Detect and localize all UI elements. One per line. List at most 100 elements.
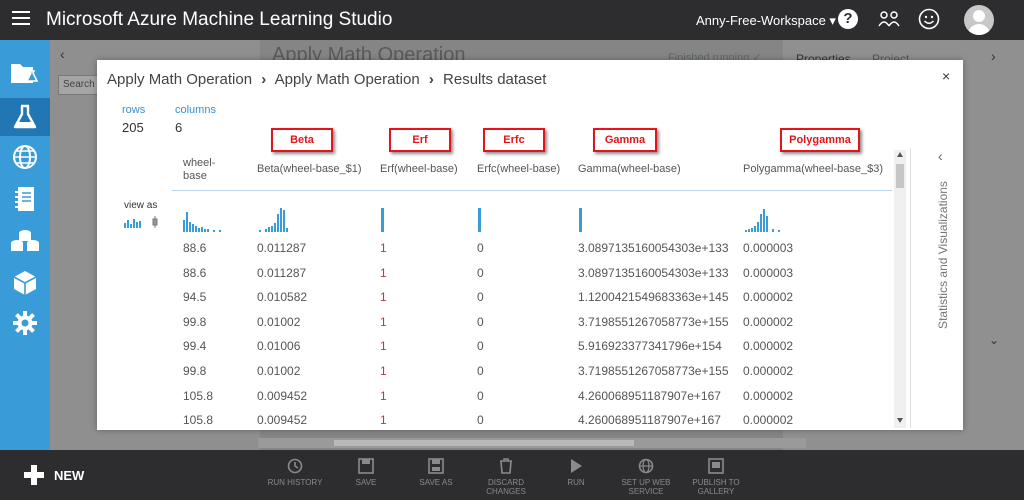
globe-icon [13, 145, 37, 169]
scrollbar-thumb[interactable] [896, 164, 904, 188]
discard-changes-button[interactable]: DISCARD CHANGES [471, 458, 541, 496]
column-histogram[interactable] [477, 206, 483, 232]
user-avatar[interactable] [964, 5, 994, 35]
breadcrumb-separator: › [261, 71, 267, 88]
panel-expand-icon[interactable]: ⌄ [989, 333, 999, 347]
canvas-horizontal-scrollbar[interactable] [258, 438, 806, 448]
table-cell: 1 [380, 265, 387, 280]
table-cell: 4.260068951187907e+167 [578, 388, 721, 403]
breadcrumb-item: Apply Math Operation [274, 71, 420, 88]
table-cell: 88.6 [183, 241, 207, 255]
highlight-label: Polygamma [780, 128, 860, 152]
table-vertical-scrollbar[interactable] [894, 150, 906, 428]
datasets-icon [11, 230, 39, 251]
notebook-icon [15, 187, 34, 211]
save-as-label: SAVE AS [419, 478, 453, 487]
columns-count: 6 [175, 120, 183, 135]
table-cell: 3.7198551267058773e+155 [578, 314, 729, 329]
table-cell: 0.000002 [743, 388, 794, 403]
column-header[interactable]: Beta(wheel-base_$1) [257, 163, 362, 176]
set-up-web-service-button[interactable]: SET UP WEB SERVICE [611, 458, 681, 496]
table-cell: 0.01002 [257, 364, 301, 378]
close-icon[interactable]: × [942, 68, 950, 84]
table-cell: 88.6 [183, 265, 207, 280]
community-icon[interactable] [878, 9, 900, 29]
palette-collapse-icon[interactable]: ‹ [60, 46, 65, 62]
nav-experiments[interactable] [0, 98, 50, 136]
table-cell: 0 [477, 388, 484, 403]
nav-settings[interactable] [0, 304, 50, 342]
nav-trained-models[interactable] [0, 264, 50, 302]
column-histogram[interactable] [578, 206, 584, 232]
column-header[interactable]: Erf(wheel-base) [380, 163, 458, 176]
nav-projects[interactable] [0, 54, 50, 92]
run-button[interactable]: RUN [541, 458, 611, 487]
column-header[interactable]: Gamma(wheel-base) [578, 163, 681, 176]
breadcrumb-item-current: Results dataset [443, 71, 547, 88]
workspace-selector[interactable]: Anny-Free-Workspace ▾ [696, 13, 836, 29]
publish-to-gallery-button[interactable]: PUBLISH TO GALLERY [681, 458, 751, 496]
table-cell: 99.8 [183, 314, 207, 329]
run-history-button[interactable]: RUN HISTORY [260, 458, 330, 487]
table-cell: 0.000002 [743, 290, 794, 305]
table-cell: 1.1200421549683363e+145 [578, 290, 729, 305]
column-header[interactable]: wheel-base [183, 157, 223, 183]
column-header[interactable]: Erfc(wheel-base) [477, 163, 560, 176]
feedback-smile-icon[interactable] [918, 8, 940, 30]
histogram-view-icon [124, 219, 141, 228]
save-button[interactable]: SAVE [331, 458, 401, 487]
new-button[interactable]: NEW [24, 464, 84, 486]
column-histogram[interactable] [183, 206, 223, 232]
table-cell: 4.260068951187907e+167 [578, 413, 721, 428]
columns-label: columns [175, 104, 216, 116]
highlight-label: Gamma [593, 128, 657, 152]
table-cell: 99.8 [183, 364, 207, 378]
table-cell: 0.010582 [257, 290, 308, 305]
nav-notebooks[interactable] [0, 180, 50, 218]
table-cell: 1 [380, 413, 387, 428]
discard-changes-label: DISCARD CHANGES [486, 478, 526, 496]
help-icon[interactable]: ? [838, 9, 858, 29]
run-label: RUN [567, 478, 585, 487]
view-as-toggle[interactable] [124, 216, 164, 228]
table-cell: 3.0897135160054303e+133 [578, 265, 729, 280]
rows-label: rows [122, 104, 146, 116]
save-as-button[interactable]: SAVE AS [401, 458, 471, 487]
table-cell: 3.7198551267058773e+155 [578, 364, 729, 378]
table-cell: 1 [380, 290, 387, 305]
side-panel-divider [910, 148, 911, 428]
side-panel-expand-icon[interactable]: ‹ [938, 148, 943, 164]
rows-count: 205 [122, 120, 144, 135]
table-cell: 0 [477, 265, 484, 280]
table-cell: 105.8 [183, 413, 214, 428]
table-cell: 0.011287 [257, 265, 307, 280]
column-histogram[interactable] [380, 206, 386, 232]
palette-search-placeholder: Search [63, 79, 95, 90]
nav-datasets[interactable] [0, 222, 50, 260]
nav-web-services[interactable] [0, 138, 50, 176]
scroll-down-arrow-icon[interactable] [897, 418, 903, 423]
scroll-up-arrow-icon[interactable] [897, 152, 903, 157]
column-histogram[interactable] [257, 206, 297, 232]
table-cell: 0 [477, 339, 484, 354]
table-cell: 99.4 [183, 339, 207, 354]
table-cell: 1 [380, 364, 387, 378]
column-histogram[interactable] [743, 206, 783, 232]
table-cell: 0 [477, 314, 484, 329]
table-cell: 1 [380, 314, 387, 329]
results-dataset-dialog: Apply Math Operation › Apply Math Operat… [97, 60, 963, 430]
scrollbar-thumb[interactable] [334, 440, 634, 446]
table-cell: 94.5 [183, 290, 207, 305]
table-cell: 0.011287 [257, 241, 307, 255]
save-label: SAVE [355, 478, 377, 487]
column-header[interactable]: Polygamma(wheel-base_$3) [743, 163, 883, 176]
trash-icon [500, 458, 512, 474]
highlight-label: Beta [271, 128, 333, 152]
hamburger-menu-icon[interactable] [12, 11, 30, 27]
panel-collapse-icon[interactable]: › [991, 48, 996, 64]
table-cell: 0.01002 [257, 314, 301, 329]
table-cell: 1 [380, 241, 387, 255]
plus-icon [24, 465, 44, 485]
statistics-visualizations-panel-label[interactable]: Statistics and Visualizations [936, 175, 950, 335]
table-cell: 0.01006 [257, 339, 301, 354]
